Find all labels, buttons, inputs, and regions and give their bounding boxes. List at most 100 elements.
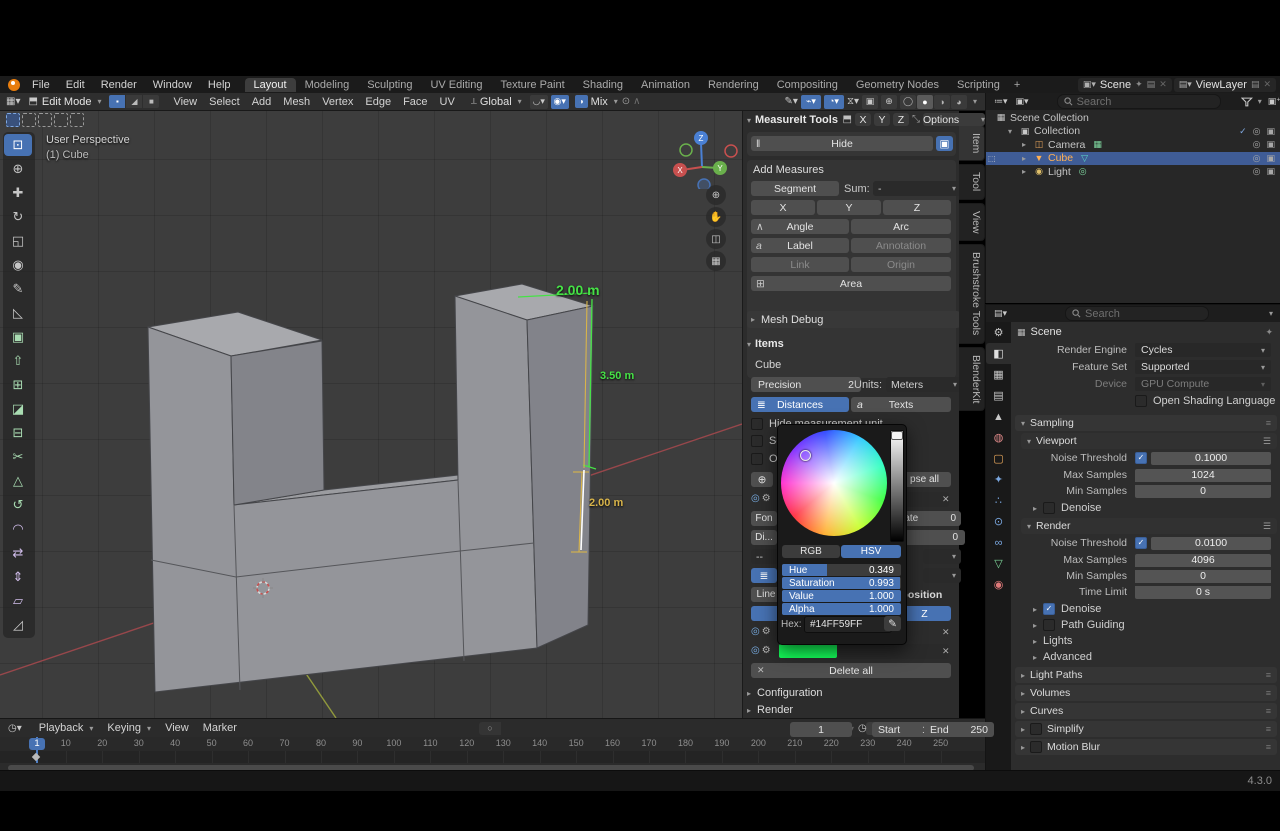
proportional-editing-icon[interactable]: ◉▾ (551, 95, 569, 109)
tab-output[interactable]: ▦ (986, 364, 1011, 385)
label-button[interactable]: a Label (751, 238, 849, 253)
sidebar-tab-item[interactable]: Item (959, 125, 985, 161)
hide-unit-checkbox[interactable] (751, 418, 763, 430)
angle-button[interactable]: ∧ Angle (751, 219, 849, 234)
outliner-row-scene-collection[interactable]: ▦Scene Collection (986, 111, 1280, 125)
outliner-display-mode-icon[interactable]: ≔▾ (994, 96, 1008, 107)
end-frame-field[interactable]: End250 (924, 722, 994, 737)
auto-keying-icon[interactable]: ○ (479, 722, 501, 735)
sidebar-tab-brushstroke-tools[interactable]: Brushstroke Tools (959, 244, 985, 343)
vp-noise-field[interactable]: 0.1000 (1151, 452, 1271, 465)
workspace-tab-rendering[interactable]: Rendering (699, 78, 768, 92)
sidebar-tab-view[interactable]: View (959, 203, 985, 242)
r-noise-field[interactable]: 0.0100 (1151, 537, 1271, 550)
workspace-tab-shading[interactable]: Shading (574, 78, 632, 92)
camera-view-icon[interactable]: ◫ (706, 229, 726, 249)
annotation-button[interactable]: Annotation (851, 238, 951, 253)
timeline-editor-icon[interactable]: ◷▾ (8, 723, 22, 734)
hide-button[interactable]: ‖ Hide (751, 136, 933, 151)
color-wheel-cursor[interactable] (800, 450, 811, 461)
tab-object[interactable]: ▢ (986, 448, 1011, 469)
workspace-tab-modeling[interactable]: Modeling (296, 78, 359, 92)
texts-toggle[interactable]: a Texts (851, 397, 951, 412)
options-dropdown[interactable]: Options▾ (923, 113, 985, 126)
spin-tool[interactable]: ↺ (4, 494, 32, 516)
eyedropper-button[interactable]: ✎ (884, 616, 901, 631)
section-light-paths[interactable]: ▸Light Paths≡ (1015, 667, 1277, 683)
bevel-tool[interactable]: ◪ (4, 398, 32, 420)
gizmo-toggle-icon[interactable]: ⧖▾ (847, 96, 859, 107)
wireframe-shading-icon[interactable]: ◯ (900, 95, 916, 109)
picker-slider-alpha[interactable]: Alpha1.000 (782, 603, 901, 615)
check-toggle-icon[interactable]: ✓ (1239, 126, 1247, 137)
shading-dropdown-icon[interactable]: ▾ (970, 97, 977, 106)
path-guiding-checkbox[interactable] (1043, 619, 1055, 631)
transform-orientation-selector[interactable]: ⟂ Global▾ (471, 96, 522, 108)
proportional-falloff-icon[interactable]: ◔▾ (824, 95, 844, 109)
distances-toggle[interactable]: ≣ Distances (751, 397, 849, 412)
swatch-settings-icon[interactable]: ⚙ (762, 645, 771, 656)
rip-region-tool[interactable]: ◿ (4, 614, 32, 636)
value-zero-slider[interactable]: 0 (898, 530, 965, 545)
tab-scene[interactable]: ▲ (986, 406, 1011, 427)
measure-visible-icon[interactable]: ◎ (751, 493, 760, 504)
viewport-menu-edge[interactable]: Edge (359, 96, 397, 108)
hidden-dropdown-2[interactable]: ▾ (923, 568, 961, 583)
value-slider-handle[interactable] (891, 431, 903, 440)
loop-cut-tool[interactable]: ⊟ (4, 422, 32, 444)
r-max-samples-field[interactable]: 4096 (1135, 554, 1271, 567)
picker-slider-value[interactable]: Value1.000 (782, 590, 901, 602)
hex-input[interactable]: #14FF59FF (804, 616, 892, 633)
ortho-toggle-icon[interactable]: ▦ (706, 251, 726, 271)
measure-tool[interactable]: ◺ (4, 302, 32, 324)
menu-window[interactable]: Window (145, 79, 200, 91)
shrink-fatten-tool[interactable]: ⇕ (4, 566, 32, 588)
extrude-region-tool[interactable]: ⇧ (4, 350, 32, 372)
r-denoise-checkbox[interactable]: ✓ (1043, 603, 1055, 615)
mesh-debug-header[interactable]: ▸Mesh Debug (747, 311, 960, 328)
items-panel-header[interactable]: ▾Items (747, 338, 784, 350)
scene-unpin-icon[interactable]: ✦ (1135, 79, 1143, 90)
vertex-select-icon[interactable]: ▪ (109, 95, 125, 108)
workspace-tab-uv-editing[interactable]: UV Editing (421, 78, 491, 92)
font-button[interactable]: Fon (751, 511, 777, 526)
eye-toggle-icon[interactable]: ◎ (1253, 166, 1261, 177)
viewport-subsection-header[interactable]: ▾Viewport ☰ (1021, 433, 1277, 449)
render-measures-button[interactable]: ▣ (936, 136, 953, 151)
viewlayer-delete-icon[interactable]: ✕ (1263, 79, 1271, 90)
shear-tool[interactable]: ▱ (4, 590, 32, 612)
menu-render[interactable]: Render (93, 79, 145, 91)
scene-delete-icon[interactable]: ✕ (1159, 79, 1167, 90)
scene-copy-icon[interactable]: ▤ (1147, 79, 1156, 90)
current-frame-chip[interactable]: 1 (29, 738, 45, 750)
menu-edit[interactable]: Edit (58, 79, 93, 91)
poly-build-tool[interactable]: △ (4, 470, 32, 492)
tab-physics[interactable]: ⊙ (986, 511, 1011, 532)
expand-arrow[interactable]: ▸ (1022, 154, 1032, 163)
preset-icon[interactable]: ≡ (1266, 724, 1271, 734)
viewport-menu-face[interactable]: Face (397, 96, 433, 108)
section-simplify-checkbox[interactable] (1030, 723, 1042, 735)
timeline-menu-marker[interactable]: Marker (196, 722, 244, 734)
outliner-row-cube[interactable]: ⬚▸▼Cube▽◎▣ (986, 152, 1280, 166)
expand-button[interactable]: ⊕ (751, 472, 773, 487)
swatch-visible-icon[interactable]: ◎ (751, 645, 760, 656)
outliner-search[interactable]: Search (1057, 94, 1222, 109)
r-time-limit-field[interactable]: 0 s (1135, 586, 1271, 599)
picker-slider-hue[interactable]: Hue0.349 (782, 564, 901, 576)
tweak-select-tool[interactable]: ⊡ (4, 134, 32, 156)
rendered-shading-icon[interactable]: ◕ (951, 95, 967, 109)
eye-toggle-icon[interactable]: ◎ (1253, 139, 1261, 150)
scale-checkbox[interactable] (751, 435, 763, 447)
swatch-row-field[interactable] (839, 644, 949, 659)
eye-toggle-icon[interactable]: ◎ (1253, 153, 1261, 164)
face-select-icon[interactable]: ■ (143, 95, 159, 108)
hidden-dropdown-1[interactable]: ▾ (923, 549, 961, 564)
outliner-row-camera[interactable]: ▸◫Camera▦◎▣ (986, 138, 1280, 152)
outliner-row-collection[interactable]: ▾▣Collection✓◎▣ (986, 125, 1280, 139)
workspace-tab-geometry-nodes[interactable]: Geometry Nodes (847, 78, 948, 92)
select-intersect-icon[interactable] (70, 113, 84, 127)
outliner-filter-id-icon[interactable]: ▣▾ (1016, 96, 1029, 107)
timeline-menu-playback[interactable]: Playback▾ (32, 722, 101, 734)
workspace-tab-sculpting[interactable]: Sculpting (358, 78, 421, 92)
